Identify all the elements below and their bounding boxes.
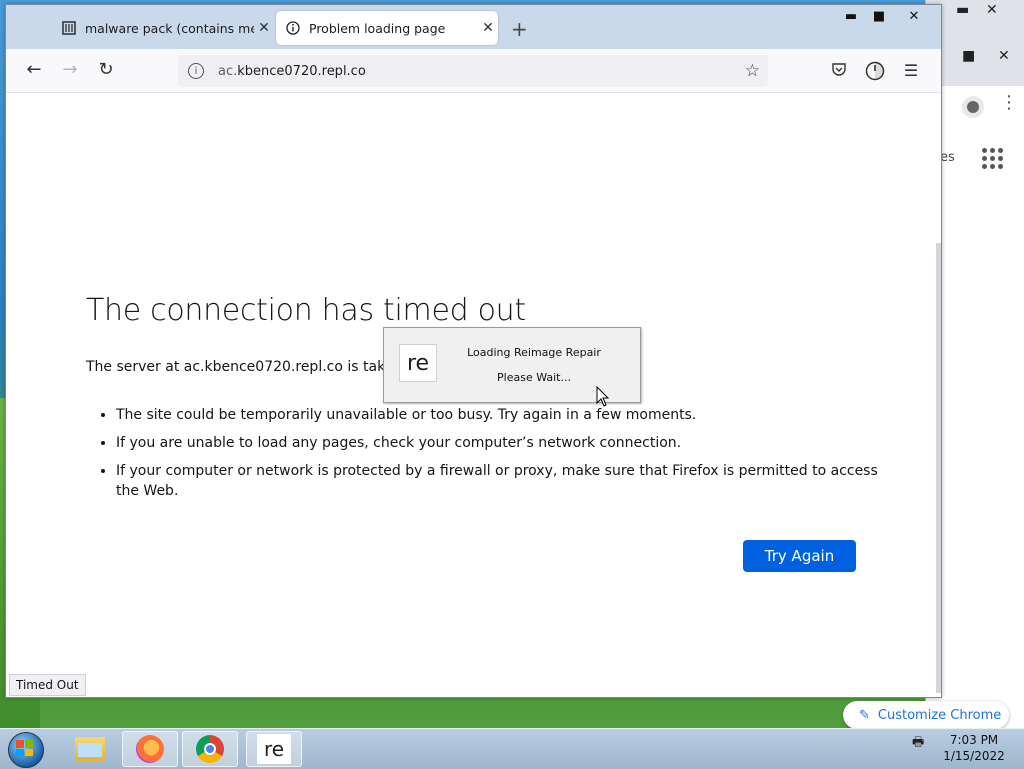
pencil-icon: ✎ (859, 707, 870, 723)
hamburger-menu-icon[interactable]: ☰ (900, 61, 922, 80)
address-bar[interactable]: i ac.kbence0720.repl.co ☆ (178, 55, 768, 87)
tab-close-icon[interactable]: ✕ (254, 20, 274, 36)
chrome-profile-avatar[interactable] (962, 96, 984, 118)
start-button[interactable] (4, 730, 46, 768)
folder-icon (75, 737, 105, 761)
taskbar-reimage[interactable]: re (246, 731, 302, 767)
tab-malware-pack[interactable]: malware pack (contains memz) ✕ (52, 11, 274, 45)
reimage-logo: re (399, 344, 437, 382)
page-title: The connection has timed out (86, 293, 526, 328)
new-tab-button[interactable]: + (511, 17, 528, 41)
tab-problem-loading[interactable]: Problem loading page ✕ (276, 11, 498, 45)
chrome-close-button-icon[interactable]: ✕ (998, 48, 1010, 64)
scrollbar[interactable] (936, 243, 941, 693)
forward-arrow-icon[interactable]: → (56, 59, 84, 80)
error-suggestions: The site could be temporarily unavailabl… (96, 405, 886, 509)
info-icon (286, 21, 300, 35)
customize-chrome-button[interactable]: ✎ Customize Chrome (843, 701, 1009, 729)
list-item: If your computer or network is protected… (116, 461, 886, 501)
site-info-icon[interactable]: i (188, 63, 204, 79)
navigation-toolbar: ← → ↻ i ac.kbence0720.repl.co ☆ ☰ (6, 49, 941, 93)
tab-title: malware pack (contains memz) (85, 20, 254, 36)
customize-chrome-label: Customize Chrome (877, 707, 1002, 723)
loading-message: Loading Reimage Repair (467, 346, 601, 359)
windows-logo-icon (16, 740, 33, 756)
tab-close-icon[interactable]: ✕ (478, 20, 498, 36)
printer-tray-icon[interactable]: 🖶 (912, 733, 924, 755)
pocket-icon[interactable] (828, 61, 850, 81)
reload-icon[interactable]: ↻ (92, 59, 120, 80)
url-text[interactable]: ac.kbence0720.repl.co (218, 64, 366, 79)
back-arrow-icon[interactable]: ← (20, 59, 48, 80)
list-item: The site could be temporarily unavailabl… (116, 405, 886, 425)
tab-title: Problem loading page (309, 20, 446, 36)
close-window-button[interactable]: ✕ (897, 9, 931, 24)
wait-message: Please Wait... (497, 371, 571, 384)
archive-icon (62, 21, 76, 35)
chrome-menu-icon[interactable]: ⋮ (1000, 94, 1018, 112)
tab-bar: malware pack (contains memz) ✕ Problem l… (6, 5, 941, 49)
chrome-partial-link[interactable]: es (940, 150, 955, 165)
list-item: If you are unable to load any pages, che… (116, 433, 886, 453)
chrome-close-icon[interactable]: ✕ (986, 2, 998, 18)
taskbar: re 🖶 7:03 PM 1/15/2022 (0, 728, 1024, 769)
reimage-icon: re (257, 734, 291, 764)
taskbar-firefox[interactable] (122, 731, 178, 767)
clock-time: 7:03 PM (949, 733, 999, 747)
chrome-apps-grid-icon[interactable] (982, 148, 1003, 169)
bookmark-star-icon[interactable]: ☆ (745, 61, 760, 81)
chrome-minimize-icon[interactable]: ▬ (956, 2, 969, 18)
chrome-icon (196, 735, 224, 763)
system-clock[interactable]: 7:03 PM 1/15/2022 (938, 732, 1010, 764)
chrome-restore-icon[interactable]: ■ (962, 48, 975, 64)
taskbar-chrome[interactable] (182, 731, 238, 767)
status-bar: Timed Out (9, 674, 86, 696)
account-icon[interactable] (864, 61, 886, 85)
clock-date: 1/15/2022 (943, 749, 1005, 763)
taskbar-explorer[interactable] (62, 731, 118, 767)
firefox-icon (136, 735, 164, 763)
try-again-button[interactable]: Try Again (743, 540, 856, 572)
mouse-cursor-icon (596, 385, 610, 412)
maximize-button[interactable]: ■ (862, 9, 896, 24)
